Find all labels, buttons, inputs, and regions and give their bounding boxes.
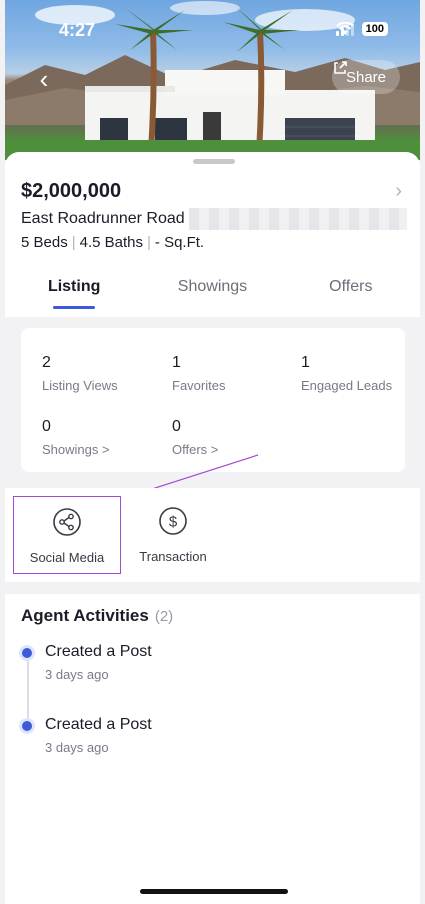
- share-external-icon: [334, 61, 347, 74]
- stat-label: Showings >: [42, 442, 110, 457]
- section-title: Agent Activities (2): [21, 606, 173, 626]
- tool-label: Social Media: [29, 550, 105, 565]
- stat-listing-views: 2 Listing Views: [42, 354, 118, 393]
- stat-value: 1: [301, 354, 310, 371]
- stat-favorites: 1 Favorites: [172, 354, 225, 393]
- share-network-icon: [53, 508, 81, 536]
- tab-showings[interactable]: Showings: [143, 272, 281, 317]
- divider: |: [147, 234, 151, 251]
- stat-value: 2: [42, 354, 51, 371]
- divider: |: [71, 234, 76, 251]
- back-button[interactable]: ‹: [29, 64, 59, 94]
- timeline-dot: [22, 721, 32, 731]
- battery-indicator: 100: [361, 22, 388, 36]
- social-media-button[interactable]: Social Media: [13, 496, 121, 574]
- wifi-icon: [335, 22, 354, 35]
- listing-specs: 5 Beds | 4.5 Baths | - Sq.Ft.: [21, 234, 204, 251]
- stat-value: 1: [172, 354, 181, 371]
- tab-listing[interactable]: Listing: [5, 272, 143, 317]
- tools-row: Social Media $ Transaction: [5, 488, 420, 582]
- tab-offers[interactable]: Offers: [282, 272, 420, 317]
- property-photo: 4:27 100 ‹ Share: [5, 0, 420, 160]
- stat-value: 0: [42, 418, 51, 435]
- stat-engaged-leads: 1 Engaged Leads: [301, 354, 392, 393]
- chevron-right-icon[interactable]: ›: [395, 180, 402, 203]
- listing-price: $2,000,000: [21, 180, 122, 202]
- timeline-dot: [22, 648, 32, 658]
- stat-value: 0: [172, 418, 181, 435]
- share-label: Share: [345, 68, 386, 86]
- stat-label: Listing Views: [42, 378, 118, 393]
- redacted-address: [188, 208, 407, 230]
- status-time: 4:27: [59, 20, 96, 40]
- transaction-button[interactable]: $ Transaction: [119, 496, 227, 574]
- listing-summary-card: $2,000,000 › East Roadrunner Road 5 Beds…: [5, 152, 420, 317]
- baths-count: 4.5 Baths: [79, 234, 143, 251]
- activities-title: Agent Activities: [21, 606, 149, 625]
- stat-showings-link[interactable]: 0 Showings >: [42, 418, 110, 457]
- svg-text:$: $: [169, 514, 178, 531]
- listing-tabs: Listing Showings Offers: [5, 272, 420, 317]
- beds-count: 5 Beds: [21, 234, 68, 251]
- stat-label: Favorites: [172, 378, 226, 393]
- agent-activities-section: Agent Activities (2) Created a Post 3 day…: [5, 594, 420, 904]
- activity-time: 3 days ago: [45, 667, 109, 682]
- timeline-line: [27, 654, 29, 724]
- sqft-value: - Sq.Ft.: [154, 234, 205, 251]
- activity-time: 3 days ago: [45, 740, 109, 755]
- activities-count: (2): [154, 608, 174, 625]
- activity-title: Created a Post: [45, 716, 152, 733]
- drag-handle[interactable]: [193, 159, 235, 164]
- home-indicator[interactable]: [140, 889, 288, 894]
- stat-label: Engaged Leads: [301, 378, 393, 393]
- status-bar: 4:27 100: [5, 20, 420, 44]
- share-button[interactable]: Share: [331, 60, 400, 94]
- activity-title: Created a Post: [45, 643, 152, 660]
- tool-label: Transaction: [139, 549, 207, 564]
- dollar-circle-icon: $: [159, 507, 187, 535]
- listing-address: East Roadrunner Road: [21, 208, 407, 230]
- chevron-left-icon: ‹: [39, 64, 49, 94]
- address-text: East Roadrunner Road: [21, 210, 185, 227]
